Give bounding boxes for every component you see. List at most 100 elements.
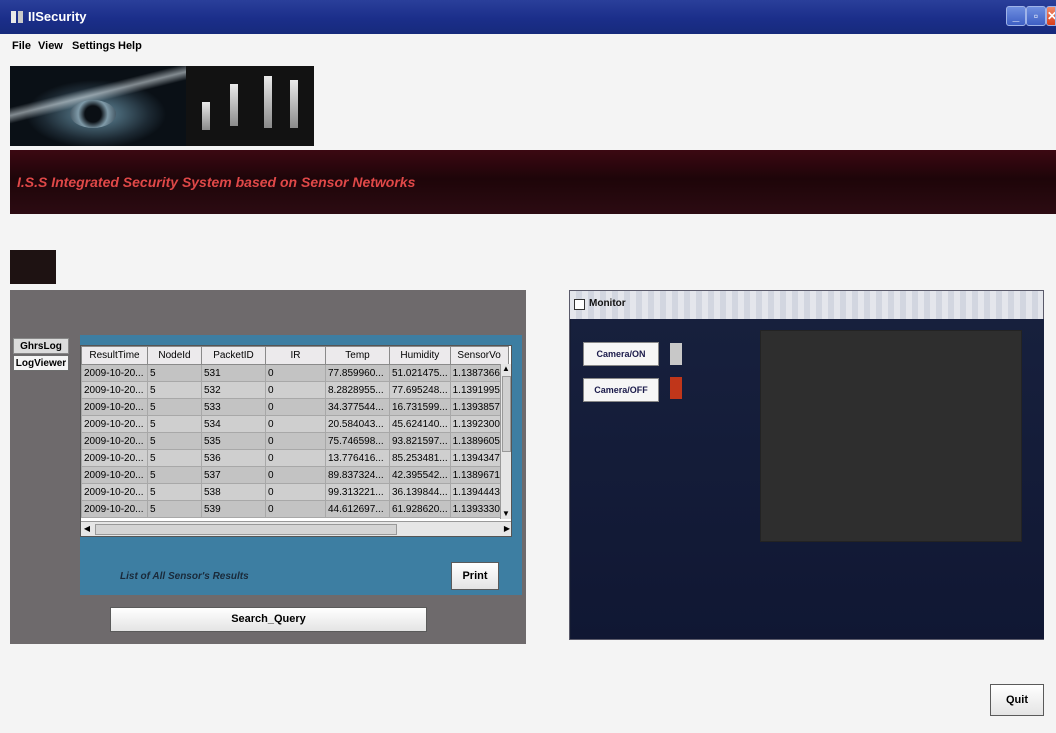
scroll-left-icon[interactable]: ◀ [82,523,92,535]
table-cell: 0 [265,466,326,484]
menu-file[interactable]: File [12,40,31,52]
table-cell: 0 [265,381,326,399]
table-cell: 2009-10-20... [81,483,148,501]
camera-off-indicator [670,377,682,399]
table-cell: 5 [147,432,202,450]
menu-view[interactable]: View [38,40,63,52]
table-row[interactable]: 2009-10-20... 5 533 0 34.377544... 16.731599.… [81,398,509,416]
col-header[interactable]: Humidity [389,346,451,365]
minimize-icon[interactable]: _ [1006,6,1026,26]
quit-button[interactable]: Quit [990,684,1044,716]
table-cell: 2009-10-20... [81,364,148,382]
table-cell: 8.2828955... [325,381,390,399]
scroll-up-icon[interactable]: ▲ [501,364,511,374]
table-cell: 5 [147,398,202,416]
table-cell: 2009-10-20... [81,381,148,399]
monitor-title: Monitor [589,298,626,309]
eye-image [10,66,186,146]
table-cell: 5 [147,415,202,433]
scroll-thumb[interactable] [502,376,511,452]
results-table-container: ResultTime NodeId PacketID IR Temp Humid… [80,345,512,537]
col-header[interactable]: IR [265,346,326,365]
table-cell: 2009-10-20... [81,415,148,433]
table-row[interactable]: 2009-10-20... 5 538 0 99.313221... 36.139844.… [81,483,509,501]
table-cell: 34.377544... [325,398,390,416]
window-title: IISecurity [28,9,87,24]
red-tab[interactable] [10,250,56,284]
table-cell: 0 [265,415,326,433]
table-cell: 537 [201,466,266,484]
table-cell: 538 [201,483,266,501]
table-cell: 75.746598... [325,432,390,450]
menu-help[interactable]: Help [118,40,142,52]
table-cell: 44.612697... [325,500,390,518]
table-cell: 539 [201,500,266,518]
table-cell: 5 [147,381,202,399]
table-cell: 13.776416... [325,449,390,467]
table-row[interactable]: 2009-10-20... 5 535 0 75.746598... 93.821597.… [81,432,509,450]
table-cell: 0 [265,398,326,416]
col-header[interactable]: Temp [325,346,390,365]
col-header[interactable]: SensorVo [449,346,509,365]
table-cell: 93.821597... [389,432,451,450]
table-cell: 85.253481... [389,449,451,467]
table-cell: 531 [201,364,266,382]
sensor-leds-image [186,66,314,146]
table-cell: 89.837324... [325,466,390,484]
scroll-right-icon[interactable]: ▶ [502,523,511,535]
vertical-scrollbar[interactable]: ▲ ▼ [500,364,511,519]
tab-ghrslog[interactable]: GhrsLog [13,338,69,354]
search-query-button[interactable]: Search_Query [110,607,427,632]
camera-on-indicator [670,343,682,365]
table-row[interactable]: 2009-10-20... 5 537 0 89.837324... 42.395542.… [81,466,509,484]
print-button[interactable]: Print [451,562,499,590]
scroll-down-icon[interactable]: ▼ [501,509,511,519]
col-header[interactable]: PacketID [201,346,266,365]
table-cell: 536 [201,449,266,467]
table-cell: 36.139844... [389,483,451,501]
close-icon[interactable]: ✕ [1046,6,1056,26]
table-cell: 2009-10-20... [81,449,148,467]
table-cell: 532 [201,381,266,399]
system-title: I.S.S Integrated Security System based o… [17,174,416,190]
table-row[interactable]: 2009-10-20... 5 532 0 8.2828955... 77.695248.… [81,381,509,399]
table-cell: 5 [147,364,202,382]
table-header-row: ResultTime NodeId PacketID IR Temp Humid… [81,346,509,365]
table-cell: 535 [201,432,266,450]
table-row[interactable]: 2009-10-20... 5 539 0 44.612697... 61.928620.… [81,500,509,518]
title-bar: IISecurity _ ▫ ✕ [0,0,1056,34]
table-cell: 2009-10-20... [81,466,148,484]
table-cell: 0 [265,500,326,518]
horizontal-scrollbar[interactable]: ◀ ▶ [81,521,511,536]
results-caption: List of All Sensor's Results [120,571,249,582]
menu-settings[interactable]: Settings [72,40,115,52]
table-cell: 77.695248... [389,381,451,399]
table-row[interactable]: 2009-10-20... 5 536 0 13.776416... 85.253481.… [81,449,509,467]
table-cell: 533 [201,398,266,416]
camera-off-button[interactable]: Camera/OFF [583,378,659,402]
table-cell: 0 [265,432,326,450]
scroll-thumb[interactable] [95,524,397,535]
table-cell: 99.313221... [325,483,390,501]
monitor-title-bar[interactable]: Monitor [570,291,1043,319]
table-cell: 51.021475... [389,364,451,382]
table-cell: 5 [147,483,202,501]
table-cell: 20.584043... [325,415,390,433]
camera-on-button[interactable]: Camera/ON [583,342,659,366]
table-cell: 0 [265,483,326,501]
col-header[interactable]: ResultTime [81,346,148,365]
table-cell: 2009-10-20... [81,432,148,450]
table-row[interactable]: 2009-10-20... 5 534 0 20.584043... 45.624140.… [81,415,509,433]
header-strip: I.S.S Integrated Security System based o… [10,150,1056,214]
tab-logviewer[interactable]: LogViewer [13,355,69,371]
table-cell: 42.395542... [389,466,451,484]
table-cell: 2009-10-20... [81,398,148,416]
table-row[interactable]: 2009-10-20... 5 531 0 77.859960... 51.021475.… [81,364,509,382]
table-cell: 45.624140... [389,415,451,433]
table-cell: 5 [147,449,202,467]
table-body: 2009-10-20... 5 531 0 77.859960... 51.021475.… [81,364,509,518]
results-table: ResultTime NodeId PacketID IR Temp Humid… [81,346,509,518]
col-header[interactable]: NodeId [147,346,202,365]
window-icon [574,299,585,310]
maximize-icon[interactable]: ▫ [1026,6,1046,26]
